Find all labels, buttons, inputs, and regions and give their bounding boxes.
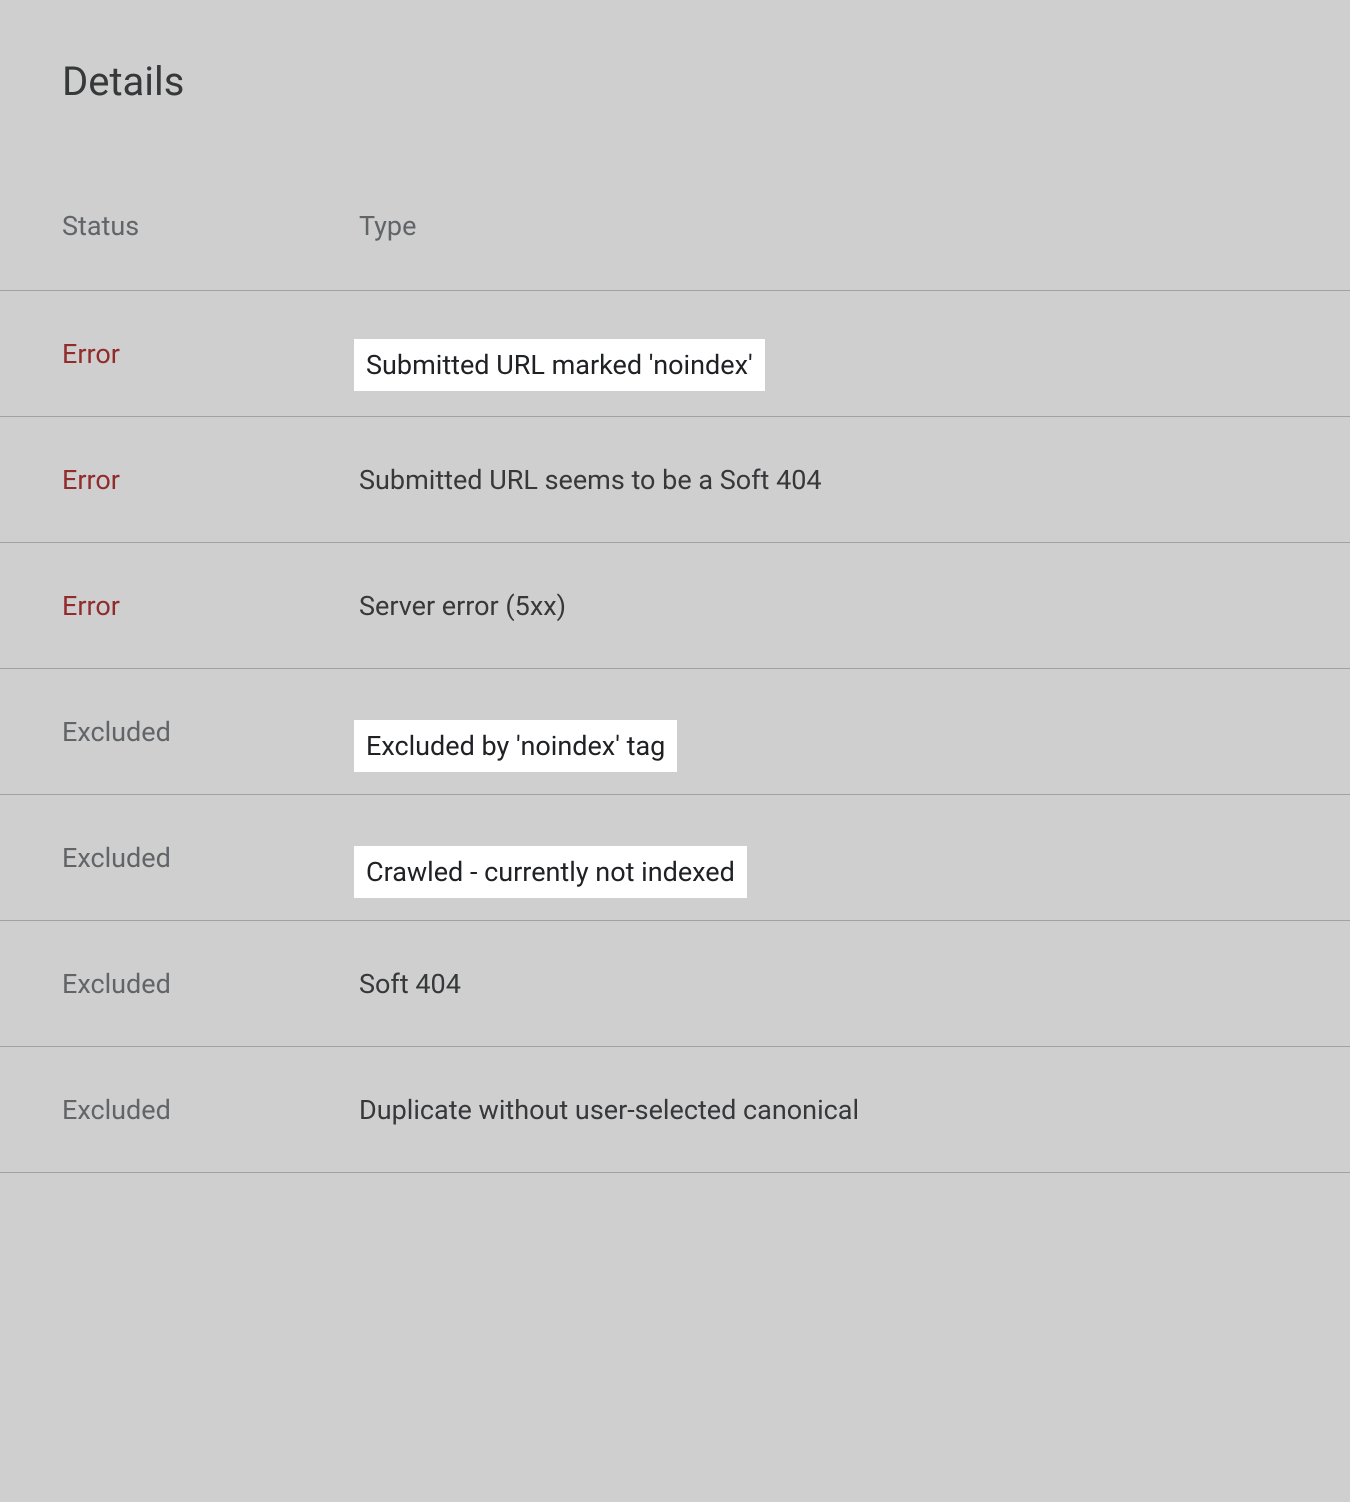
table-row[interactable]: Error Submitted URL seems to be a Soft 4… xyxy=(0,417,1350,543)
page-title: Details xyxy=(0,0,1350,105)
table-row[interactable]: Excluded Soft 404 xyxy=(0,921,1350,1047)
column-header-status: Status xyxy=(62,210,359,242)
status-cell: Excluded xyxy=(62,1094,359,1126)
type-cell: Submitted URL seems to be a Soft 404 xyxy=(359,464,1350,496)
type-cell: Server error (5xx) xyxy=(359,590,1350,622)
type-cell: Soft 404 xyxy=(359,968,1350,1000)
type-cell: Duplicate without user-selected canonica… xyxy=(359,1094,1350,1126)
table-header: Status Type xyxy=(0,105,1350,290)
highlight-box: Excluded by 'noindex' tag xyxy=(354,720,677,772)
status-cell: Error xyxy=(62,464,359,496)
status-cell: Excluded xyxy=(62,968,359,1000)
highlight-box: Crawled - currently not indexed xyxy=(354,846,747,898)
status-cell: Error xyxy=(62,338,359,370)
status-cell: Error xyxy=(62,590,359,622)
table-row[interactable]: Excluded Duplicate without user-selected… xyxy=(0,1047,1350,1173)
status-cell: Excluded xyxy=(62,842,359,874)
table-row[interactable]: Error Server error (5xx) xyxy=(0,543,1350,669)
status-cell: Excluded xyxy=(62,716,359,748)
column-header-type: Type xyxy=(359,210,1350,242)
highlight-box: Submitted URL marked 'noindex' xyxy=(354,339,765,391)
